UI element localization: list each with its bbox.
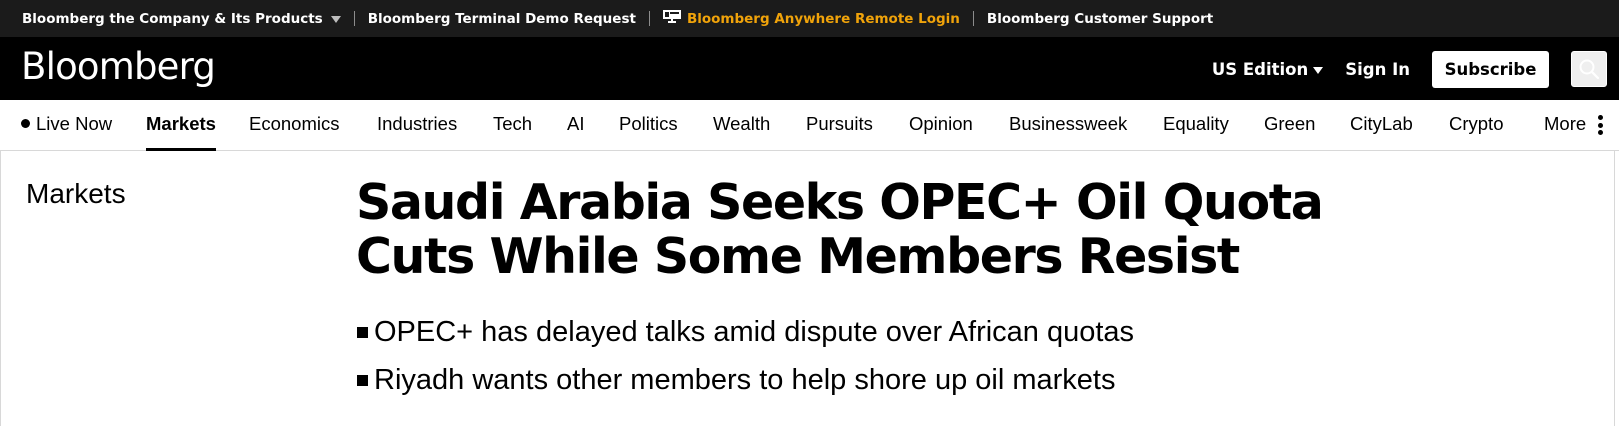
anywhere-login-label: Bloomberg Anywhere Remote Login	[686, 10, 960, 27]
nav-item-more[interactable]: More	[1544, 113, 1586, 135]
nav-item-economics[interactable]: Economics	[249, 113, 339, 135]
nav-item-politics[interactable]: Politics	[619, 113, 678, 135]
terminal-demo-link[interactable]: Bloomberg Terminal Demo Request	[368, 11, 636, 27]
utility-bar: Bloomberg the Company & Its Products Blo…	[0, 0, 1619, 37]
subscribe-button[interactable]: Subscribe	[1432, 50, 1549, 88]
nav-item-label: Live Now	[36, 113, 113, 134]
divider	[648, 11, 650, 26]
page-frame-left	[0, 151, 1, 426]
summary-bullet-text: OPEC+ has delayed talks amid dispute ove…	[374, 316, 1135, 348]
nav-item-pursuits[interactable]: Pursuits	[806, 113, 873, 135]
masthead-actions: US Edition Sign In Subscribe	[1212, 50, 1607, 88]
article-headline: Saudi Arabia Seeks OPEC+ Oil Quota Cuts …	[356, 174, 1324, 285]
edition-selector[interactable]: US Edition	[1211, 59, 1324, 79]
bullet-square-icon	[357, 326, 368, 338]
company-products-menu[interactable]: Bloomberg the Company & Its Products	[22, 11, 341, 27]
chevron-down-icon	[330, 16, 341, 23]
nav-item-wealth[interactable]: Wealth	[713, 113, 770, 135]
bloomberg-logo[interactable]: Bloomberg	[21, 45, 216, 88]
terminal-icon	[662, 10, 681, 27]
bullet-square-icon	[357, 374, 368, 386]
edition-label: US Edition	[1211, 59, 1309, 79]
sign-in-link[interactable]: Sign In	[1345, 60, 1410, 79]
divider	[353, 11, 355, 26]
search-icon	[1579, 59, 1600, 80]
nav-item-businessweek[interactable]: Businessweek	[1009, 113, 1127, 135]
search-button[interactable]	[1571, 51, 1607, 87]
divider	[972, 11, 974, 26]
nav-item-industries[interactable]: Industries	[377, 113, 457, 135]
nav-item-crypto[interactable]: Crypto	[1449, 113, 1504, 135]
summary-bullet: Riyadh wants other members to help shore…	[357, 356, 1134, 404]
more-vertical-icon[interactable]	[1598, 115, 1604, 135]
nav-item-live-now[interactable]: Live Now	[21, 113, 112, 135]
summary-bullet-text: Riyadh wants other members to help shore…	[374, 364, 1116, 396]
summary-bullet: OPEC+ has delayed talks amid dispute ove…	[357, 308, 1134, 356]
nav-item-markets[interactable]: Markets	[146, 113, 216, 151]
chevron-down-icon	[1313, 66, 1324, 74]
nav-item-citylab[interactable]: CityLab	[1350, 113, 1413, 135]
company-products-label: Bloomberg the Company & Its Products	[22, 10, 323, 27]
nav-item-tech[interactable]: Tech	[493, 113, 532, 135]
article-summary: OPEC+ has delayed talks amid dispute ove…	[357, 308, 1134, 404]
masthead: Bloomberg US Edition Sign In Subscribe	[0, 37, 1619, 100]
page-frame-right	[1614, 151, 1615, 426]
nav-item-ai[interactable]: AI	[567, 113, 584, 135]
anywhere-login-link[interactable]: Bloomberg Anywhere Remote Login	[662, 10, 960, 27]
live-dot-icon	[21, 118, 30, 128]
nav-item-green[interactable]: Green	[1264, 113, 1315, 135]
article-section-label[interactable]: Markets	[26, 178, 126, 210]
section-nav: Live Now Markets Economics Industries Te…	[0, 100, 1619, 151]
nav-item-opinion[interactable]: Opinion	[909, 113, 973, 135]
nav-item-equality[interactable]: Equality	[1163, 113, 1229, 135]
customer-support-link[interactable]: Bloomberg Customer Support	[987, 11, 1213, 27]
